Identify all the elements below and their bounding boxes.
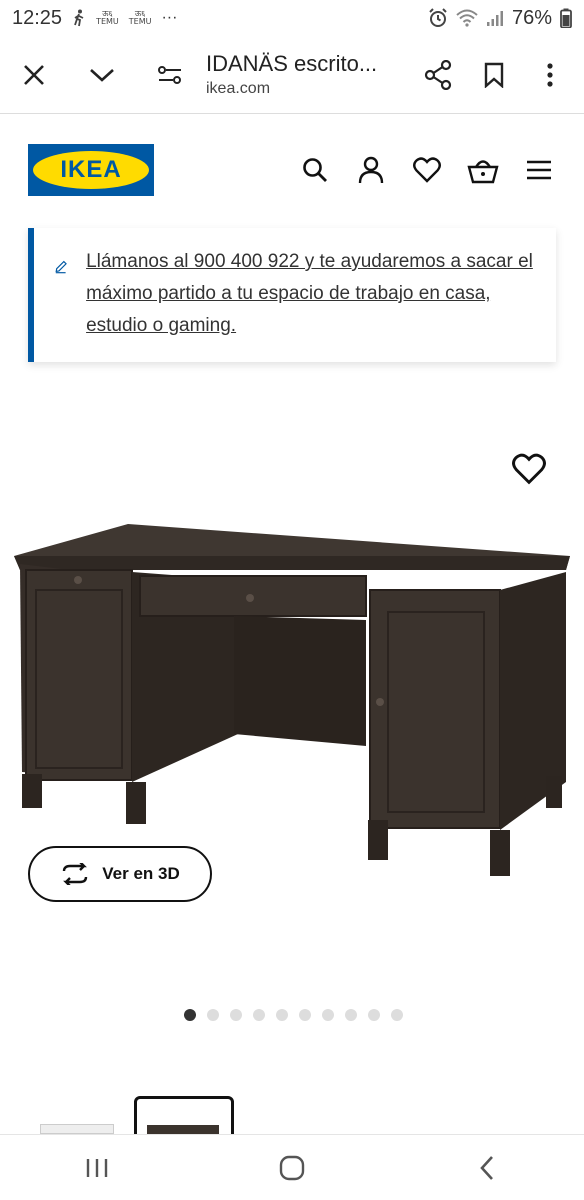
more-options-button[interactable] <box>522 47 578 103</box>
heart-icon <box>413 157 441 183</box>
carousel-dot[interactable] <box>345 1009 357 1021</box>
carousel-dot[interactable] <box>184 1009 196 1021</box>
share-button[interactable] <box>410 47 466 103</box>
carousel-dot[interactable] <box>299 1009 311 1021</box>
thumbnail-image-selected[interactable] <box>134 1096 234 1134</box>
more-notifications-icon: ··· <box>161 9 178 26</box>
close-icon <box>24 64 44 85</box>
site-settings-button[interactable] <box>142 47 198 103</box>
home-button[interactable] <box>262 1138 322 1198</box>
share-icon <box>424 59 452 90</box>
favourite-heart-icon[interactable] <box>512 452 546 486</box>
status-bar: 12:25 ऊ६ TEMU ऊ६ TEMU ··· 76% <box>0 0 584 36</box>
page-title: IDANÄS escrito... <box>206 51 378 76</box>
contact-banner-link[interactable]: Llámanos al 900 400 922 y te ayudaremos … <box>86 246 538 362</box>
walking-icon <box>74 9 84 27</box>
battery-level: 76% <box>511 6 552 29</box>
page-title-area[interactable]: IDANÄS escrito... ikea.com <box>206 51 410 98</box>
product-gallery[interactable] <box>0 420 584 920</box>
menu-button[interactable] <box>522 153 556 187</box>
carousel-dot[interactable] <box>276 1009 288 1021</box>
carousel-dot[interactable] <box>391 1009 403 1021</box>
carousel-dot[interactable] <box>322 1009 334 1021</box>
chevron-down-icon <box>90 68 114 82</box>
thumbnail-strip <box>0 1094 584 1134</box>
carousel-dot[interactable] <box>207 1009 219 1021</box>
temu-notification-icon-2: ऊ६ TEMU <box>128 9 152 26</box>
alarm-icon <box>429 8 447 27</box>
hamburger-menu-icon <box>527 160 551 180</box>
shopping-basket-icon <box>467 160 499 184</box>
system-navigation-bar <box>0 1134 584 1200</box>
search-button[interactable] <box>298 153 332 187</box>
site-header: IKEA <box>0 115 584 225</box>
account-button[interactable] <box>354 153 388 187</box>
tune-icon <box>158 65 181 84</box>
carousel-dot[interactable] <box>368 1009 380 1021</box>
back-button[interactable] <box>457 1138 517 1198</box>
collapse-button[interactable] <box>74 47 130 103</box>
carousel-dot[interactable] <box>230 1009 242 1021</box>
back-chevron-icon <box>479 1155 493 1180</box>
search-icon <box>303 158 327 182</box>
temu-notification-icon: ऊ६ TEMU <box>96 9 119 26</box>
signal-icon <box>486 11 503 26</box>
wishlist-button[interactable] <box>410 153 444 187</box>
page-url: ikea.com <box>206 80 271 97</box>
user-icon <box>358 156 384 184</box>
pencil-icon <box>55 260 67 274</box>
carousel-dot[interactable] <box>253 1009 265 1021</box>
rotate-3d-icon <box>63 863 88 885</box>
bookmark-button[interactable] <box>466 47 522 103</box>
battery-icon <box>560 8 572 28</box>
carousel-dots[interactable] <box>184 1009 403 1021</box>
status-time: 12:25 <box>12 6 63 29</box>
recent-apps-icon <box>87 1158 108 1177</box>
home-icon <box>279 1155 305 1180</box>
view-3d-label: Ver en 3D <box>102 864 180 883</box>
more-vertical-icon <box>547 62 553 87</box>
close-tab-button[interactable] <box>6 47 62 103</box>
contact-banner[interactable]: Llámanos al 900 400 922 y te ayudaremos … <box>28 228 556 362</box>
bookmark-icon <box>484 62 504 88</box>
cart-button[interactable] <box>466 153 500 187</box>
browser-toolbar: IDANÄS escrito... ikea.com <box>0 36 584 114</box>
recent-apps-button[interactable] <box>67 1138 127 1198</box>
product-image-desk <box>14 524 570 876</box>
wifi-icon <box>456 9 478 27</box>
ikea-logo[interactable]: IKEA <box>28 144 154 196</box>
view-3d-button[interactable]: Ver en 3D <box>28 846 212 902</box>
thumbnail-image[interactable] <box>40 1124 114 1134</box>
